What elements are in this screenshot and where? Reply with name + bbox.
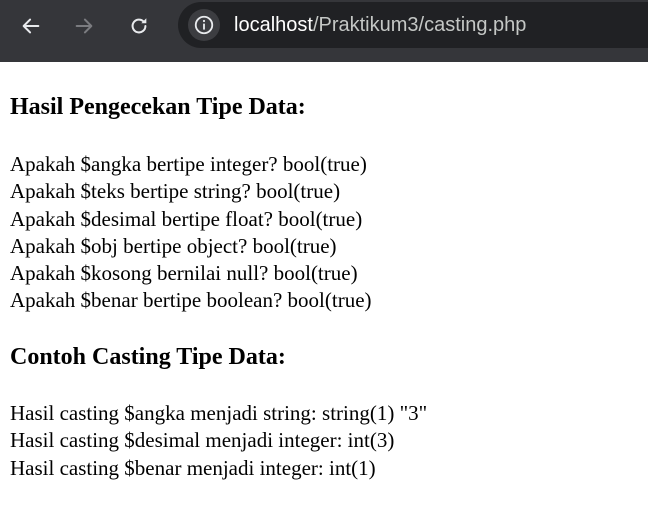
check-line: Apakah $kosong bernilai null? bool(true) [10,261,358,286]
casting-heading: Contoh Casting Tipe Data: [10,344,286,370]
check-line: Apakah $benar bertipe boolean? bool(true… [10,288,372,313]
browser-toolbar: localhost/Praktikum3/casting.php [0,0,648,62]
url-text[interactable]: localhost/Praktikum3/casting.php [234,14,526,37]
reload-icon [131,18,147,34]
casting-line: Hasil casting $angka menjadi string: str… [10,401,428,425]
url-path: /Praktikum3/casting.php [312,13,527,36]
casting-results: Hasil casting $angka menjadi string: str… [10,400,427,482]
site-info-button[interactable] [188,9,220,41]
check-results: Apakah $angka bertipe integer? bool(true… [10,151,372,315]
reload-button[interactable] [121,8,157,44]
back-button[interactable] [13,8,49,44]
forward-arrow-icon [75,18,93,34]
info-icon [194,15,214,35]
forward-button[interactable] [66,8,102,44]
back-arrow-icon [22,18,40,34]
check-heading: Hasil Pengecekan Tipe Data: [10,94,306,120]
check-line: Apakah $teks bertipe string? bool(true) [10,179,341,204]
check-line: Apakah $angka bertipe integer? bool(true… [10,152,367,176]
address-bar[interactable]: localhost/Praktikum3/casting.php [178,2,648,48]
url-host: localhost [234,13,313,36]
check-line: Apakah $obj bertipe object? bool(true) [10,233,337,258]
check-line: Apakah $desimal bertipe float? bool(true… [10,206,363,231]
casting-line: Hasil casting $desimal menjadi integer: … [10,428,395,453]
casting-line: Hasil casting $benar menjadi integer: in… [10,455,376,480]
